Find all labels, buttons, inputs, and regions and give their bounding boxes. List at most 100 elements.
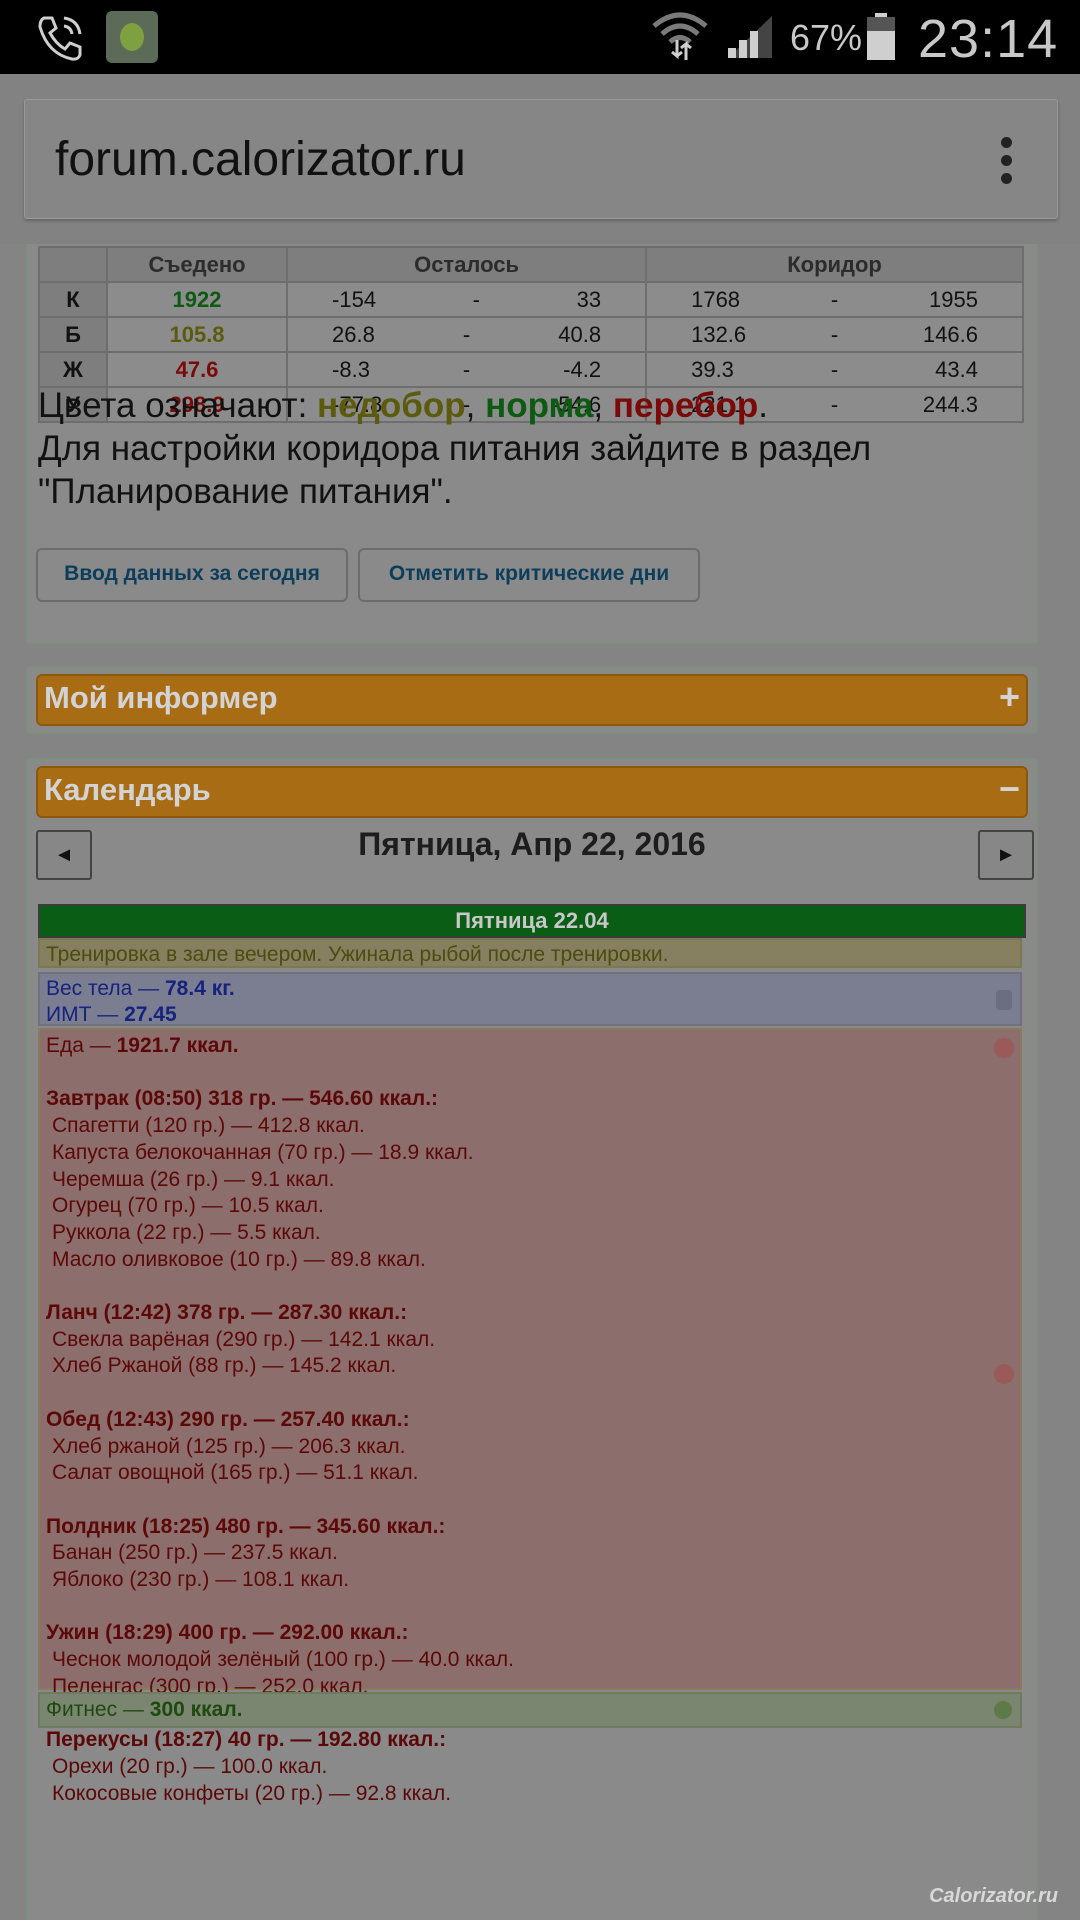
remaining-cell: -154 - 33 xyxy=(286,281,648,318)
eaten-value: 105.8 xyxy=(169,321,225,347)
food-item: Банан (250 гр.) — 237.5 ккал. xyxy=(52,1541,338,1565)
legend-sep: , xyxy=(465,386,486,425)
food-item: Огурец (70 гр.) — 10.5 ккал. xyxy=(52,1194,324,1218)
food-item: Свекла варёная (290 гр.) — 142.1 ккал. xyxy=(52,1327,436,1351)
range-dash: - xyxy=(472,286,480,312)
watermark: Calorizator.ru xyxy=(929,1885,1058,1907)
food-item: Черемша (26 гр.) — 9.1 ккал. xyxy=(52,1167,335,1191)
overflow-menu-icon[interactable] xyxy=(1001,137,1013,187)
weight-label: Вес тела — xyxy=(46,977,165,1000)
food-item: Хлеб ржаной (125 гр.) — 206.3 ккал. xyxy=(52,1434,406,1458)
row-label: К xyxy=(38,281,108,318)
meal-title: Полдник (18:25) 480 гр. — 345.60 ккал.: xyxy=(46,1514,446,1538)
day-note-text: Тренировка в зале вечером. Ужинала рыбой… xyxy=(46,943,669,966)
page-content: Съедено Осталось Коридор К 1922 -154 - 33 176… xyxy=(0,244,1080,1920)
nutrition-summary-panel: Съедено Осталось Коридор К 1922 -154 - 33 176… xyxy=(26,244,1038,644)
range-dash: - xyxy=(830,356,839,382)
remaining-to: 40.8 xyxy=(558,321,602,347)
food-item: Капуста белокочанная (70 гр.) — 18.9 кка… xyxy=(52,1140,474,1164)
row-label: Ж xyxy=(38,351,108,388)
day-note: Тренировка в зале вечером. Ужинала рыбой… xyxy=(38,938,1022,968)
meal-block: Обед (12:43) 290 гр. — 257.40 ккал.: Хлеб… xyxy=(46,1407,1014,1514)
phone-call-icon xyxy=(38,16,82,61)
food-label: Еда — xyxy=(46,1034,117,1057)
eaten-cell: 105.8 xyxy=(105,316,289,353)
corridor-cell: 132.6 - 146.6 xyxy=(645,316,1024,353)
food-item: Руккола (22 гр.) — 5.5 ккал. xyxy=(52,1220,321,1244)
col-eaten: Съедено xyxy=(105,246,289,283)
table-corner xyxy=(38,246,108,283)
range-dash: - xyxy=(462,356,471,382)
meal-block: Завтрак (08:50) 318 гр. — 546.60 ккал.: С… xyxy=(46,1086,1014,1300)
informer-header[interactable]: Мой информер + xyxy=(36,674,1028,726)
url-text[interactable]: forum.calorizator.ru xyxy=(55,132,466,187)
legend: Цвета означают: недобор, норма, перебор.… xyxy=(38,384,1028,513)
fitness-value: 300 ккал. xyxy=(149,1698,243,1721)
food-item: Орехи (20 гр.) — 100.0 ккал. xyxy=(52,1754,328,1778)
day-header: Пятница 22.04 xyxy=(38,904,1026,938)
remaining-from: -8.3 xyxy=(332,356,370,382)
table-row: К 1922 -154 - 33 1768 - 1955 xyxy=(38,281,1024,318)
informer-panel: Мой информер + xyxy=(26,666,1038,734)
informer-title: Мой информер xyxy=(44,680,278,715)
signal-strength-icon xyxy=(728,16,772,58)
clock: 23:14 xyxy=(918,9,1059,69)
calendar-header[interactable]: Календарь − xyxy=(36,766,1028,818)
corridor-from: 39.3 xyxy=(691,356,734,382)
browser-toolbar: forum.calorizator.ru xyxy=(0,74,1080,244)
meal-title: Ужин (18:29) 400 гр. — 292.00 ккал.: xyxy=(46,1621,409,1645)
status-bar: 67% 23:14 xyxy=(0,0,1080,74)
table-row: Ж 47.6 -8.3 - -4.2 39.3 - 43.4 xyxy=(38,351,1024,388)
food-total: 1921.7 ккал. xyxy=(116,1034,239,1057)
corridor-cell: 39.3 - 43.4 xyxy=(645,351,1024,388)
range-dash: - xyxy=(462,321,471,347)
fitness-row: Фитнес — 300 ккал. xyxy=(38,1692,1022,1728)
legend-sep: , xyxy=(593,386,613,425)
bmi-label: ИМТ — xyxy=(46,1003,125,1026)
scale-icon xyxy=(996,990,1012,1010)
meal-title: Обед (12:43) 290 гр. — 257.40 ккал.: xyxy=(46,1407,410,1431)
food-item: Масло оливковое (10 гр.) — 89.8 ккал. xyxy=(52,1247,426,1271)
legend-over: перебор xyxy=(612,386,759,425)
remaining-to: -4.2 xyxy=(563,356,602,382)
eaten-cell: 1922 xyxy=(105,281,289,318)
legend-note: Для настройки коридора питания зайдите в… xyxy=(38,429,872,511)
fitness-label: Фитнес — xyxy=(46,1698,150,1721)
mark-critical-days-button[interactable]: Отметить критические дни xyxy=(358,548,700,602)
enter-today-button[interactable]: Ввод данных за сегодня xyxy=(36,548,348,602)
calendar-date: Пятница, Апр 22, 2016 xyxy=(358,826,706,862)
bmi-value: 27.45 xyxy=(124,1003,177,1026)
expand-button[interactable]: + xyxy=(999,676,1020,718)
range-dash: - xyxy=(830,321,839,347)
corridor-to: 1955 xyxy=(929,286,978,312)
food-item: Яблоко (230 гр.) — 108.1 ккал. xyxy=(52,1568,350,1591)
corridor-to: 146.6 xyxy=(922,321,978,347)
legend-norm: норма xyxy=(485,386,594,425)
arrow-right-icon: ► xyxy=(996,844,1016,866)
battery-icon xyxy=(867,13,895,60)
meal-block: Ланч (12:42) 378 гр. — 287.30 ккал.: Свек… xyxy=(46,1300,1014,1407)
remaining-from: 26.8 xyxy=(332,321,375,347)
col-remaining: Осталось xyxy=(286,246,648,283)
fitness-icon xyxy=(994,1701,1012,1719)
corridor-from: 1768 xyxy=(691,286,741,312)
meal-block: Перекусы (18:27) 40 гр. — 192.80 ккал.: О… xyxy=(46,1727,1014,1807)
collapse-button[interactable]: − xyxy=(999,768,1020,810)
food-item: Спагетти (120 гр.) — 412.8 ккал. xyxy=(52,1114,365,1138)
food-log: Еда — 1921.7 ккал. Завтрак (08:50) 318 г… xyxy=(38,1028,1022,1805)
range-dash: - xyxy=(830,286,839,312)
remaining-cell: -8.3 - -4.2 xyxy=(286,351,648,388)
table-row: Б 105.8 26.8 - 40.8 132.6 - 146.6 xyxy=(38,316,1024,353)
apple-icon xyxy=(994,1364,1014,1384)
address-bar[interactable]: forum.calorizator.ru xyxy=(24,99,1058,219)
calendar-panel: Календарь − ◄ Пятница, Апр 22, 2016 ► Пя… xyxy=(26,758,1038,1920)
remaining-to: 33 xyxy=(576,286,602,312)
eaten-value: 1922 xyxy=(172,286,222,312)
apple-icon xyxy=(994,1038,1014,1058)
next-day-button[interactable]: ► xyxy=(978,830,1034,880)
col-corridor: Коридор xyxy=(645,246,1024,283)
legend-end: . xyxy=(758,386,768,425)
food-item: Кокосовые конфеты (20 гр.) — 92.8 ккал. xyxy=(52,1781,452,1805)
meal-title: Завтрак (08:50) 318 гр. — 546.60 ккал.: xyxy=(46,1087,439,1111)
calendar-title: Календарь xyxy=(44,772,211,807)
